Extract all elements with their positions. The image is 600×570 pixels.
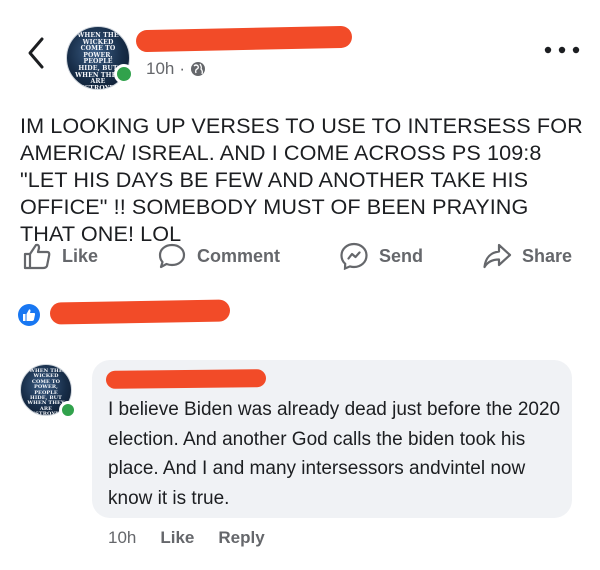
like-button[interactable]: Like: [22, 242, 98, 270]
comment-like-button[interactable]: Like: [160, 528, 194, 548]
share-button[interactable]: Share: [482, 242, 582, 270]
like-label: Like: [62, 245, 99, 266]
send-button[interactable]: Send: [339, 242, 423, 270]
messenger-icon: [340, 242, 368, 270]
commenter-online-dot: [59, 401, 77, 419]
comment-button[interactable]: Comment: [157, 242, 280, 270]
redacted-name: [135, 25, 353, 53]
more-options-button[interactable]: [540, 38, 584, 62]
post-meta: 10h ·: [146, 59, 206, 79]
like-reaction-badge[interactable]: [18, 304, 40, 326]
meta-separator: ·: [179, 59, 186, 78]
comment-label: Comment: [197, 245, 281, 266]
globe-icon: [191, 62, 206, 76]
post-text: IM LOOKING UP VERSES TO USE TO INTERSESS…: [20, 113, 583, 246]
online-status-dot: [114, 64, 134, 84]
chevron-left-icon: [28, 37, 44, 69]
thumbs-up-icon: [23, 309, 36, 321]
redacted-reactor-name: [49, 299, 231, 325]
thumbs-up-icon: [23, 243, 51, 270]
send-label: Send: [378, 245, 423, 266]
comment-text: I believe Biden was already dead just be…: [108, 399, 561, 509]
share-label: Share: [521, 245, 572, 266]
comment-reply-button[interactable]: Reply: [218, 528, 264, 548]
more-dots-icon: [544, 46, 580, 54]
share-arrow-icon: [483, 243, 512, 269]
post-action-bar: Like Comment Send Share: [22, 236, 582, 276]
post-timestamp: 10h: [146, 59, 175, 78]
back-button[interactable]: [22, 33, 52, 73]
comment-meta: 10h Like Reply: [108, 528, 265, 548]
speech-bubble-icon: [158, 243, 186, 269]
comment-timestamp: 10h: [108, 528, 137, 547]
redacted-commenter-name: [105, 369, 267, 389]
